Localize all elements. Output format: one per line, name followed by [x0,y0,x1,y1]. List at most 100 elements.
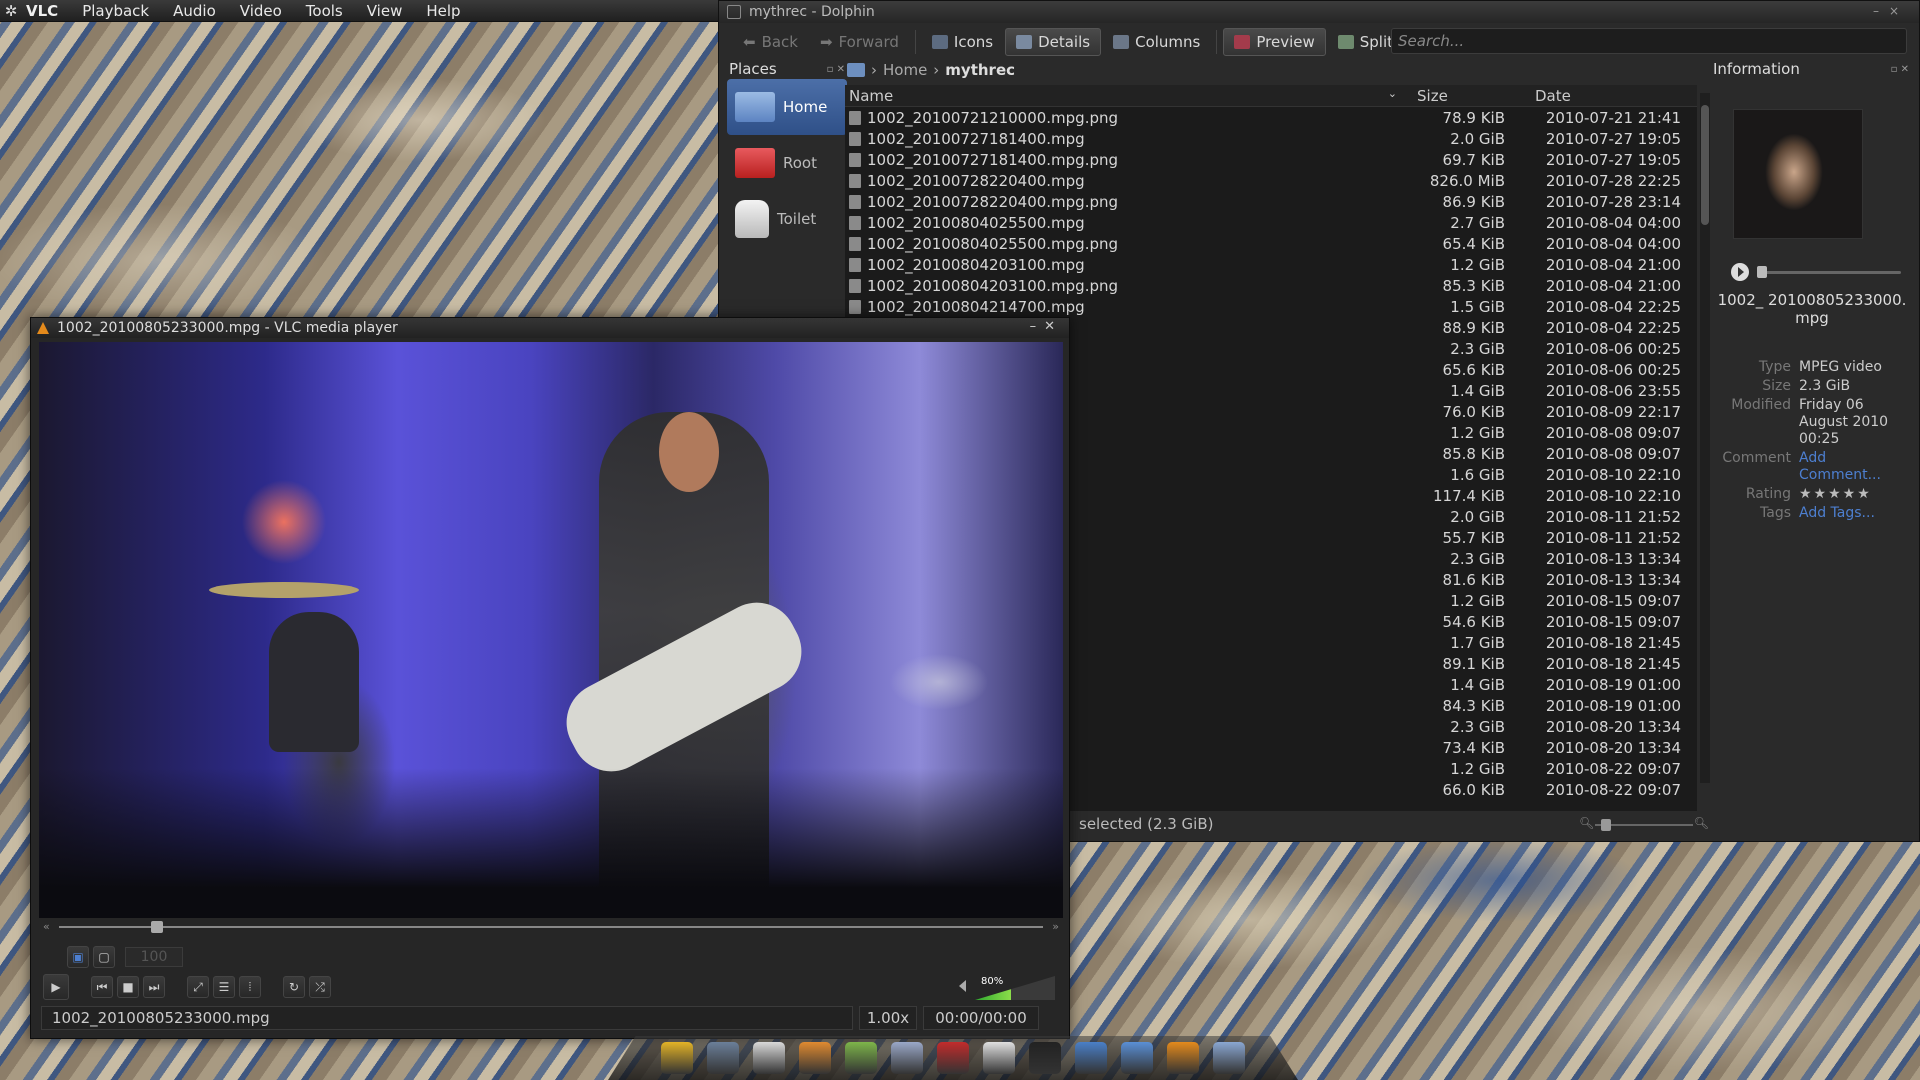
place-toilet[interactable]: Toilet [727,191,847,247]
zoom-knob[interactable] [1601,819,1611,831]
file-row[interactable]: 1002_20100728220400.mpg 826.0 MiB 2010-07-… [845,170,1697,191]
chart-app-icon[interactable] [845,1042,877,1074]
zoom-in-icon[interactable]: 🔍︎ [1694,816,1709,830]
file-name-cell[interactable]: 1002_20100804203100.mpg.png [845,277,1405,295]
preview-button[interactable]: Preview [1223,28,1326,56]
terminal-icon[interactable] [1029,1042,1061,1074]
warning-app-icon[interactable] [661,1042,693,1074]
file-name-cell[interactable]: 1002_20100804214700.mpg [845,298,1405,316]
file-name-cell[interactable]: 1002_20100727181400.mpg [845,130,1405,148]
preview-seek-track[interactable] [1757,271,1901,274]
playback-time[interactable]: 00:00/00:00 [923,1006,1039,1030]
playlist-button[interactable]: ☰ [213,976,235,998]
volume-control[interactable]: 80% [959,974,1059,1000]
editor-app-icon[interactable] [983,1042,1015,1074]
breadcrumb-current[interactable]: mythrec [945,61,1015,79]
firefox-icon[interactable] [799,1042,831,1074]
column-header-date[interactable]: Date [1505,87,1685,105]
add-comment-link[interactable]: Add Comment... [1799,450,1909,484]
file-name-cell[interactable]: 1002_20100728220400.mpg [845,172,1405,190]
vlc-window: 1002_20100805233000.mpg - VLC media play… [30,317,1070,1039]
playback-rate[interactable]: 1.00x [859,1006,917,1030]
preview-seek-knob[interactable] [1757,266,1767,278]
shuffle-button[interactable]: ⤮ [309,976,331,998]
fullscreen-button[interactable]: ⤢ [187,976,209,998]
seek-forward-icon[interactable]: » [1052,920,1059,933]
network-globe-icon[interactable] [1075,1042,1107,1074]
file-row[interactable]: 1002_20100804214700.mpg 1.5 GiB 2010-08-04… [845,296,1697,317]
speaker-icon[interactable] [959,980,966,992]
add-tags-link[interactable]: Add Tags... [1799,505,1909,522]
snapshot-icon[interactable]: ▢ [93,946,115,968]
column-header-size[interactable]: Size [1405,87,1505,105]
window-buttons[interactable]: –× [1873,4,1909,18]
stop-button[interactable]: ■ [117,976,139,998]
file-name-cell[interactable]: 1002_20100721210000.mpg.png [845,109,1405,127]
vlc-icon[interactable] [1167,1042,1199,1074]
mixer-app-icon[interactable] [891,1042,923,1074]
file-row[interactable]: 1002_20100804025500.mpg.png 65.4 KiB 2010-… [845,233,1697,254]
preview-play-icon[interactable] [1731,263,1749,281]
search-input[interactable]: Search... [1391,28,1907,54]
file-name-cell[interactable]: 1002_20100728220400.mpg.png [845,193,1405,211]
columns-view-button[interactable]: Columns [1103,28,1210,56]
menu-tools[interactable]: Tools [294,2,355,20]
file-name-cell[interactable]: 1002_20100804203100.mpg [845,256,1405,274]
menu-help[interactable]: Help [414,2,472,20]
file-name-cell[interactable]: 1002_20100804025500.mpg.png [845,235,1405,253]
vlc-titlebar[interactable]: 1002_20100805233000.mpg - VLC media play… [31,318,1069,338]
record-icon[interactable]: ▣ [67,946,89,968]
scrollbar-thumb[interactable] [1701,105,1709,225]
icons-view-button[interactable]: Icons [922,28,1003,56]
rating-stars[interactable]: ★★★★★ [1799,486,1909,503]
zoom-slider[interactable]: 🔍︎ 🔍︎ [1579,816,1709,831]
file-name-cell[interactable]: 1002_20100727181400.mpg.png [845,151,1405,169]
dolphin-icon[interactable] [1121,1042,1153,1074]
breadcrumb-separator: › [871,61,877,79]
back-button[interactable]: ⬅ Back [733,28,808,56]
dolphin-titlebar[interactable]: mythrec - Dolphin –× [719,1,1919,23]
file-row[interactable]: 1002_20100804203100.mpg.png 85.3 KiB 2010-… [845,275,1697,296]
file-row[interactable]: 1002_20100804025500.mpg 2.7 GiB 2010-08-04… [845,212,1697,233]
file-row[interactable]: 1002_20100727181400.mpg.png 69.7 KiB 2010-… [845,149,1697,170]
app-menu-icon[interactable]: ✲ [0,0,22,22]
file-name-cell[interactable]: 1002_20100804025500.mpg [845,214,1405,232]
media-app-icon[interactable] [937,1042,969,1074]
zoom-out-icon[interactable]: 🔍︎ [1579,816,1594,830]
seek-back-icon[interactable]: « [43,920,50,933]
details-view-button[interactable]: Details [1005,28,1102,56]
window-menu-icon[interactable] [727,5,741,19]
seek-knob[interactable] [151,921,164,933]
file-row[interactable]: 1002_20100804203100.mpg 1.2 GiB 2010-08-04… [845,254,1697,275]
menu-video[interactable]: Video [228,2,294,20]
extended-settings-button[interactable]: ⦙ [239,976,261,998]
video-output[interactable] [39,342,1063,918]
seek-track[interactable] [59,926,1043,928]
mail-app-icon[interactable] [753,1042,785,1074]
home-icon[interactable] [847,63,865,77]
place-home[interactable]: Home [727,79,847,135]
file-row[interactable]: 1002_20100721210000.mpg.png 78.9 KiB 2010-… [845,107,1697,128]
loop-button[interactable]: ↻ [283,976,305,998]
previous-button[interactable]: ⏮ [91,976,113,998]
column-header-name[interactable]: Name ⌄ [845,87,1405,105]
app-name[interactable]: VLC [22,2,70,20]
next-button[interactable]: ⏭ [143,976,165,998]
panel-close-icon[interactable]: ▫ ✕ [827,64,845,75]
place-root[interactable]: Root [727,135,847,191]
breadcrumb-home[interactable]: Home [883,61,927,79]
window-buttons[interactable]: –✕ [1030,319,1063,334]
device-icon[interactable] [1213,1042,1245,1074]
file-row[interactable]: 1002_20100728220400.mpg.png 86.9 KiB 2010-… [845,191,1697,212]
seek-bar[interactable]: « » [39,920,1063,934]
menu-audio[interactable]: Audio [161,2,228,20]
panel-close-icon[interactable]: ▫ ✕ [1891,64,1909,75]
menu-playback[interactable]: Playback [70,2,161,20]
screenshot-app-icon[interactable] [707,1042,739,1074]
menu-view[interactable]: View [355,2,415,20]
forward-button[interactable]: ➡ Forward [810,28,909,56]
file-name: 1002_20100804203100.mpg [867,255,1085,274]
file-row[interactable]: 1002_20100727181400.mpg 2.0 GiB 2010-07-27… [845,128,1697,149]
play-button[interactable]: ▶ [43,974,69,1000]
zoom-spinbox[interactable]: 100 [125,947,183,967]
